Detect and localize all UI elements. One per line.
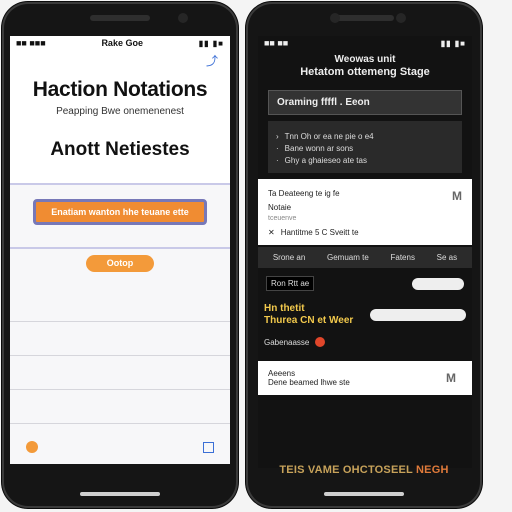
system-icons: ▮▮ ▮■ (440, 38, 466, 48)
front-sensor (396, 13, 406, 23)
card-title: Ta Deateeng te ig fe (268, 189, 340, 198)
app-header: ⤴ Haction Notations Peapping Bwe onemene… (10, 50, 230, 183)
card-caption: tceuenve (268, 215, 297, 222)
card-text: Notaie (268, 203, 292, 212)
close-icon[interactable]: ✕ (268, 228, 275, 237)
status-time: ■■ ■■■ (16, 38, 46, 48)
primary-button[interactable]: Ootop (86, 255, 154, 272)
form-area: Enatiam wanton hhe teuane ette Ootop (10, 185, 230, 272)
highlight-text: Hn thetit Thurea CN et Weer (264, 303, 353, 327)
bottom-bar (10, 430, 230, 464)
notification-card[interactable]: M Aeeens Dene beamed lhwe ste (258, 361, 472, 395)
list-item[interactable] (10, 322, 230, 356)
tab-item[interactable]: Srone an (273, 253, 305, 262)
divider (10, 247, 230, 249)
status-bar: ■■ ■■ ▮▮ ▮■ (258, 36, 472, 50)
bullet-icon: · (276, 156, 279, 165)
section-heading: Anott Netiestes (50, 139, 190, 160)
home-indicator[interactable] (80, 492, 160, 496)
tab-item[interactable]: Se as (437, 253, 457, 262)
square-icon[interactable] (203, 441, 214, 453)
info-text: Tnn Oh or ea ne pie o e4 (284, 132, 374, 141)
status-row: Gabenaasse (258, 331, 472, 353)
info-line: › Tnn Oh or ea ne pie o e4 (276, 131, 454, 143)
list-item[interactable] (10, 356, 230, 390)
alert-dot-icon[interactable] (315, 337, 326, 347)
notification-field[interactable]: Enatiam wanton hhe teuane ette (33, 199, 207, 225)
right-screen: ■■ ■■ ▮▮ ▮■ Weowas unit Hetatom ottemeng… (258, 36, 472, 468)
info-block: › Tnn Oh or ea ne pie o e4 · Bane wonn ar … (268, 121, 462, 173)
bullet-icon: · (276, 144, 279, 153)
left-phone-frame: ■■ ■■■ Rake Goe ▮▮ ▮■ ⤴ Haction Notation… (2, 2, 238, 508)
card-action-row: ✕ Hantitme 5 C Sveitt te (268, 228, 462, 237)
list-item[interactable] (10, 390, 230, 424)
status-bar: ■■ ■■■ Rake Goe ▮▮ ▮■ (10, 36, 230, 50)
info-text: Ghy a ghaieseo ate tas (284, 156, 367, 165)
toggle-switch[interactable] (412, 277, 464, 290)
record-icon[interactable] (26, 441, 38, 453)
caption-text: TEIS VAME OHCTOSEEL (279, 464, 413, 476)
settings-panel-header[interactable]: Oraming ffffl . Eeon (268, 90, 462, 115)
highlight-block: Hn thetit Thurea CN et Weer (258, 299, 472, 331)
card-action-text: Hantitme 5 C Sveitt te (280, 228, 359, 237)
card-caption: Aeeens (268, 369, 296, 378)
card-meta: M (452, 189, 462, 203)
home-indicator[interactable] (324, 492, 404, 496)
share-icon[interactable]: ⤴ (206, 52, 218, 69)
status-time: ■■ ■■ (264, 38, 289, 48)
card-text: Dene beamed lhwe ste (268, 378, 350, 387)
speaker (90, 15, 150, 21)
slider-bar[interactable] (370, 309, 466, 321)
tab-item[interactable]: Gemuam te (327, 253, 369, 262)
chevron-right-icon: › (276, 132, 279, 141)
list (10, 288, 230, 424)
front-camera (178, 13, 188, 23)
status-label: Gabenaasse (264, 337, 310, 347)
status-carrier: Rake Goe (101, 38, 143, 48)
notification-card[interactable]: M Ta Deateeng te ig fe Notaie tceuenve ✕… (258, 179, 472, 245)
card-meta: M (446, 371, 456, 385)
screen-title: Weowas unit Hetatom ottemeng Stage (258, 54, 472, 78)
right-phone-frame: ■■ ■■ ▮▮ ▮■ Weowas unit Hetatom ottemeng… (246, 2, 482, 508)
tab-strip: Srone an Gemuam te Fatens Se as (258, 247, 472, 268)
highlight-line: Hn thetit (264, 303, 305, 314)
title-line: Weowas unit (334, 54, 396, 65)
tab-item[interactable]: Fatens (390, 253, 414, 262)
title-line: Hetatom ottemeng Stage (300, 66, 430, 78)
caption: TEIS VAME OHCTOSEEL NEGH (246, 464, 482, 476)
toggle-label: Ron Rtt ae (266, 276, 315, 291)
toggle-row: Ron Rtt ae (258, 268, 472, 299)
system-icons: ▮▮ ▮■ (198, 38, 224, 48)
caption-accent: NEGH (416, 464, 449, 476)
info-line: · Bane wonn ar sons (276, 143, 454, 155)
info-line: · Ghy a ghaieseo ate tas (276, 155, 454, 167)
info-text: Bane wonn ar sons (284, 144, 354, 153)
front-camera (330, 13, 340, 23)
speaker (334, 15, 394, 21)
panel-label: Oraming ffffl . Eeon (277, 97, 370, 108)
left-screen: ■■ ■■■ Rake Goe ▮▮ ▮■ ⤴ Haction Notation… (10, 36, 230, 464)
page-subtitle: Peapping Bwe onemenenest (56, 106, 184, 117)
page-title: Haction Notations (32, 78, 208, 101)
list-item[interactable] (10, 288, 230, 322)
highlight-line: Thurea CN et Weer (264, 315, 354, 326)
